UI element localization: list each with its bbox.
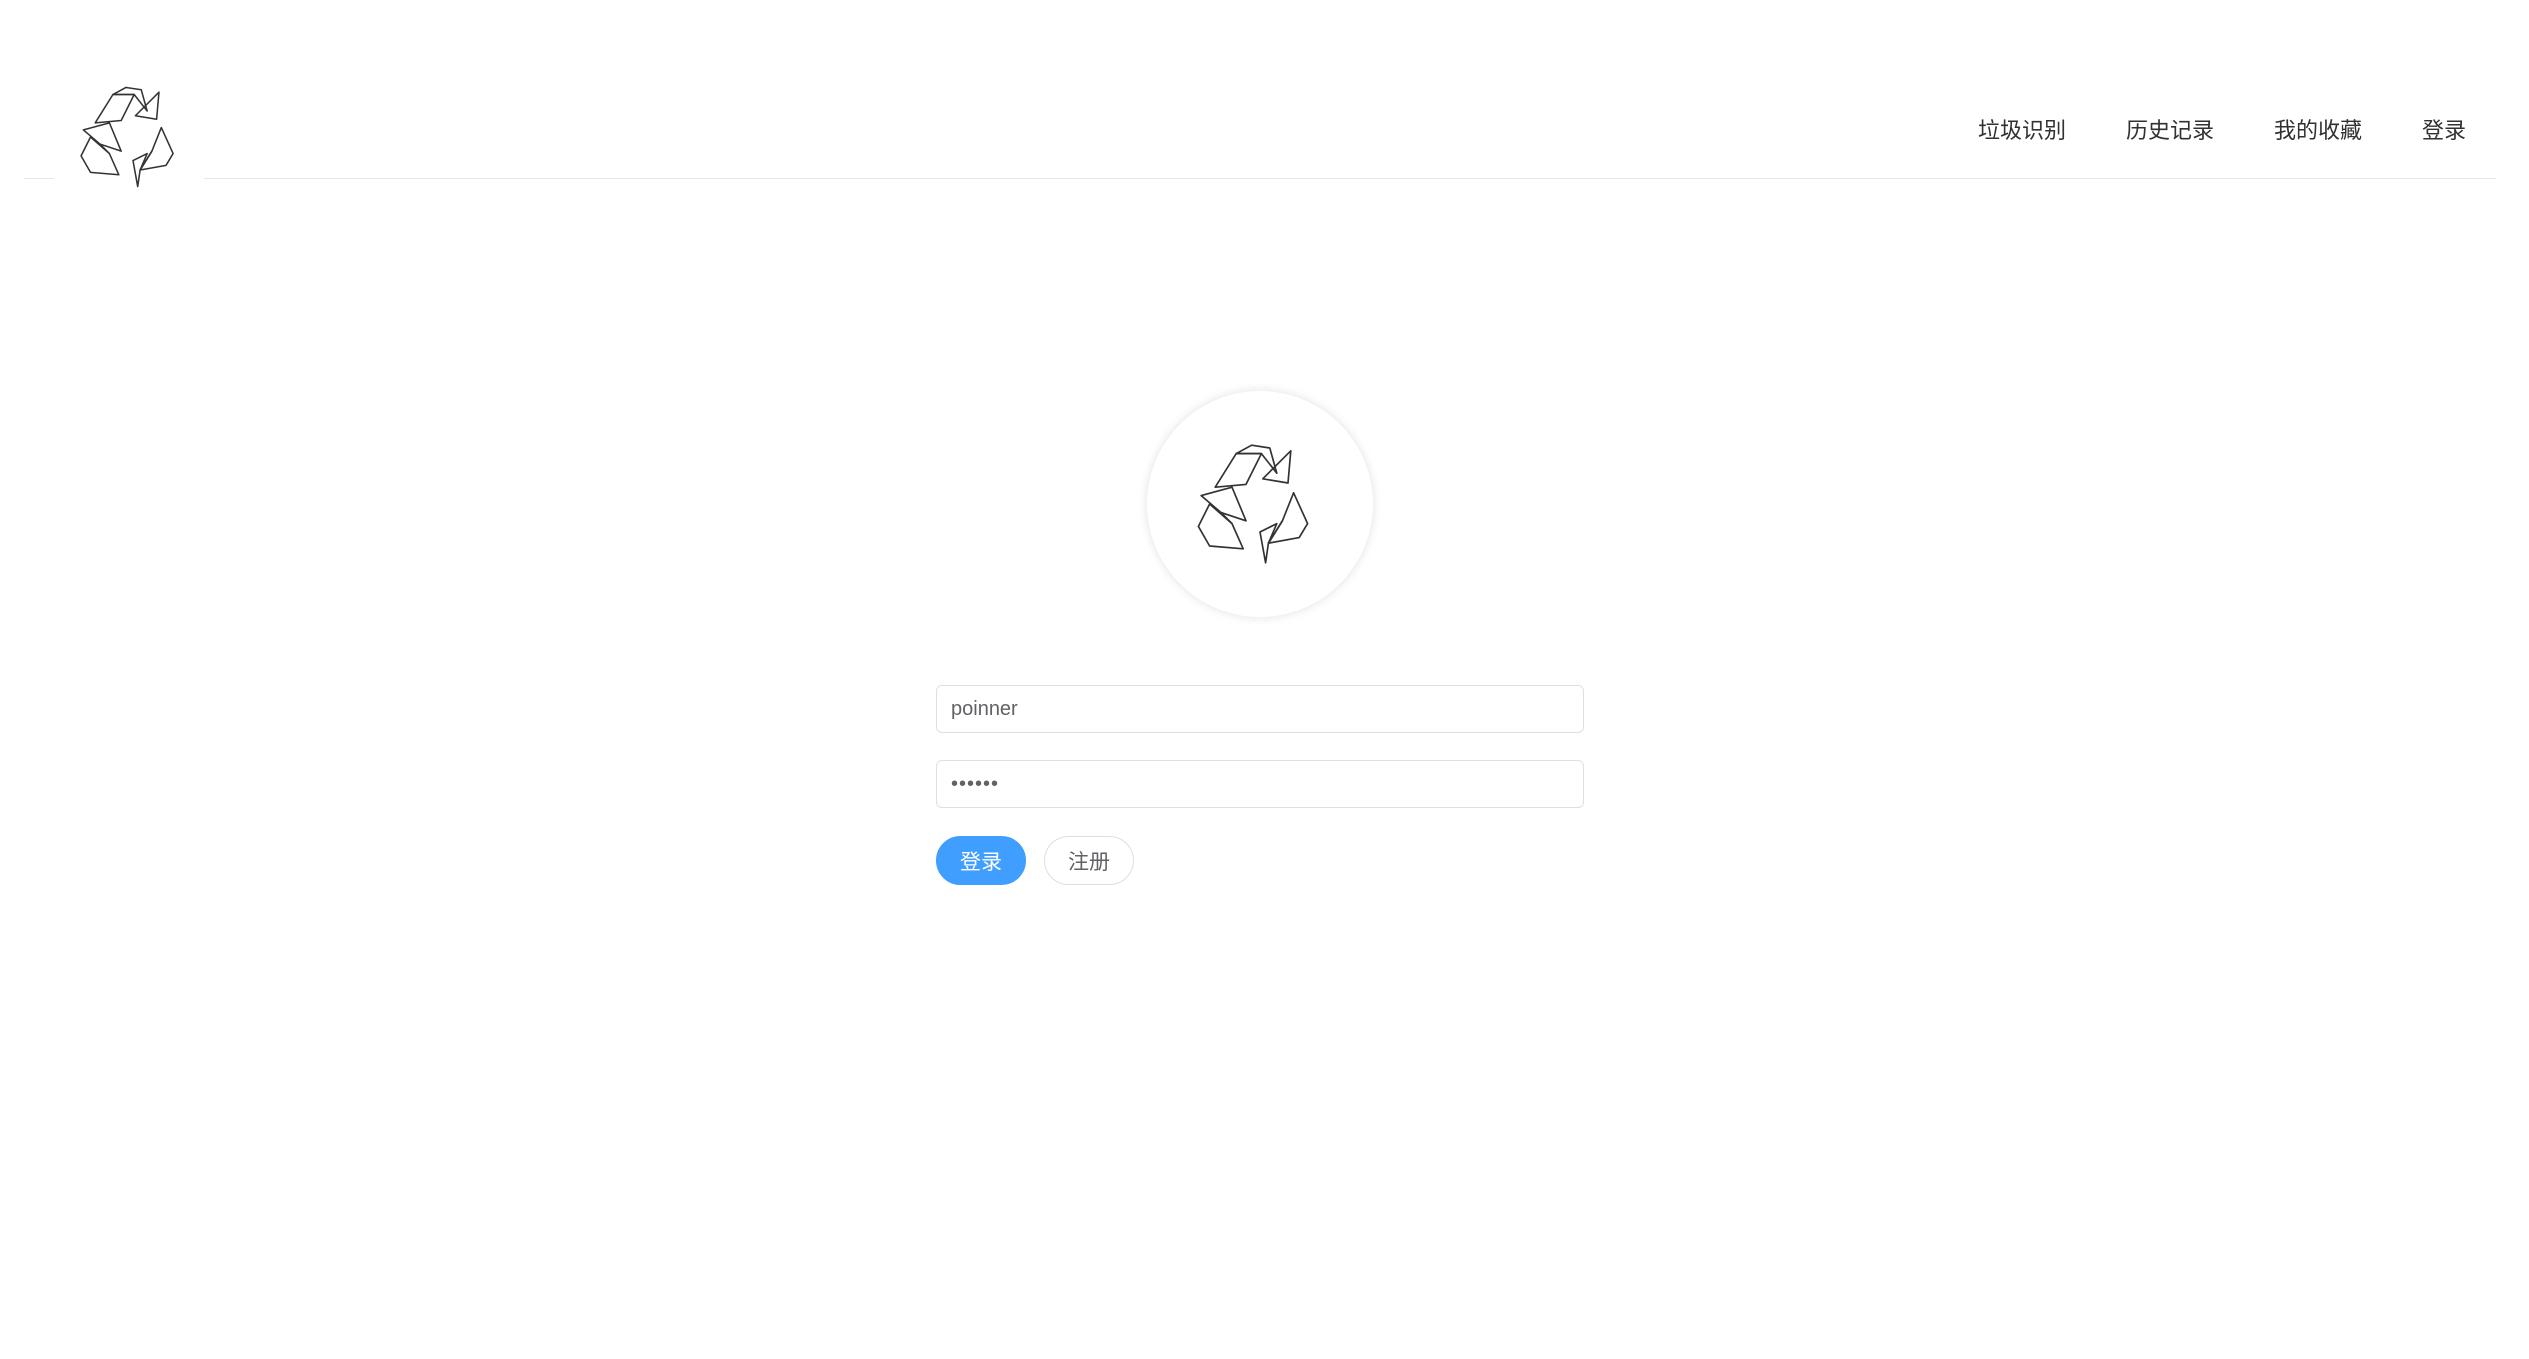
register-button[interactable]: 注册 [1044,836,1134,885]
login-page: 垃圾识别 历史记录 我的收藏 登录 登录 注册 [0,0,2529,1359]
recycle-icon [1197,444,1309,564]
password-input[interactable] [936,760,1584,808]
nav-item-favorites[interactable]: 我的收藏 [2274,112,2362,152]
recycle-icon [80,86,174,188]
login-button[interactable]: 登录 [936,836,1026,885]
main-nav: 垃圾识别 历史记录 我的收藏 登录 [1918,112,2496,152]
username-input[interactable] [936,685,1584,733]
avatar [1147,391,1373,617]
top-header: 垃圾识别 历史记录 我的收藏 登录 [24,0,2496,196]
nav-item-garbage-recognition[interactable]: 垃圾识别 [1978,112,2066,152]
nav-item-login[interactable]: 登录 [2422,112,2466,152]
logo[interactable] [54,68,204,196]
nav-item-history[interactable]: 历史记录 [2126,112,2214,152]
